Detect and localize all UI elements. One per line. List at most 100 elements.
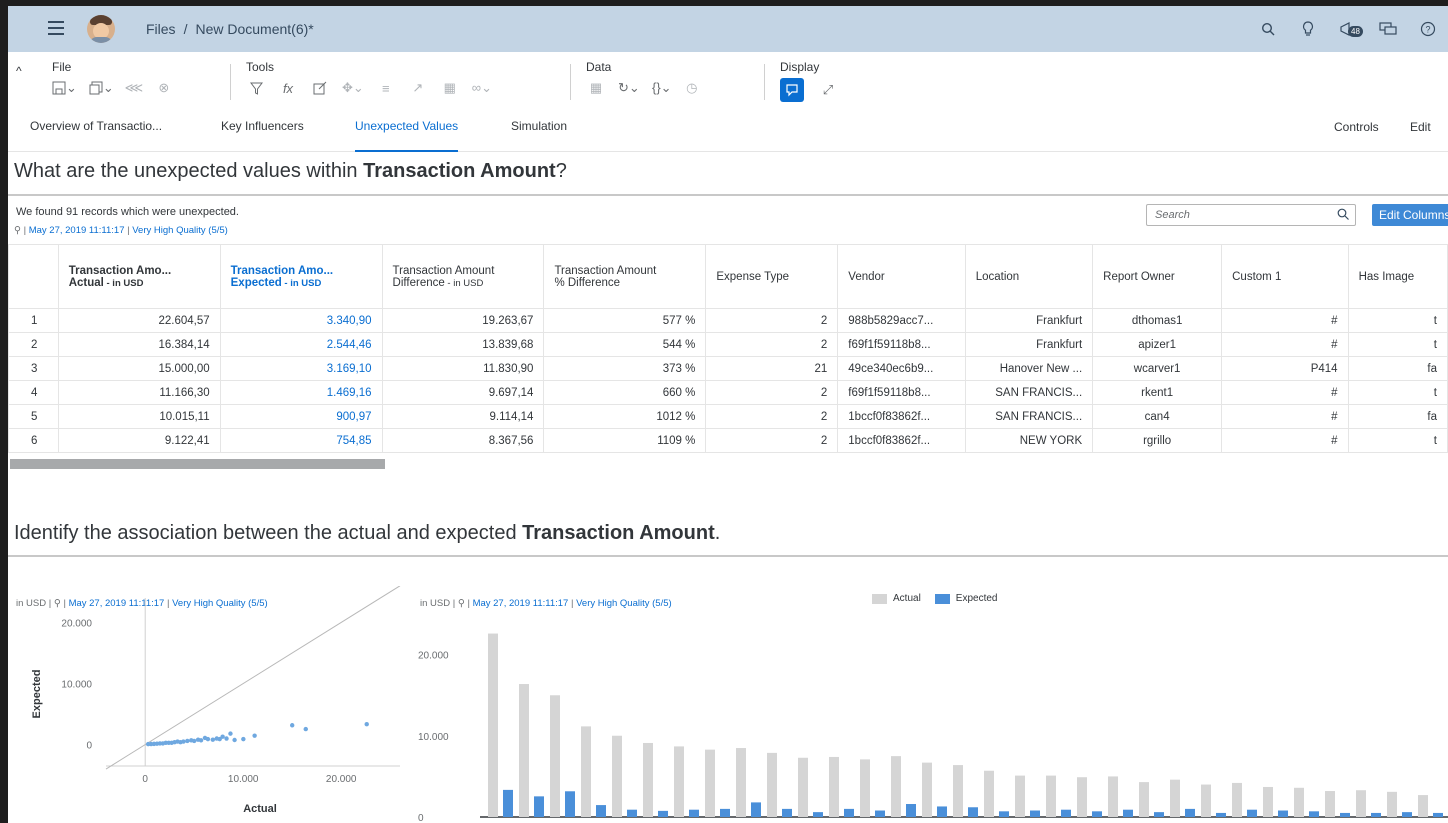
location-cell: SAN FRANCIS... bbox=[964, 380, 1094, 405]
location-cell: Hanover New ... bbox=[964, 356, 1094, 381]
search-input[interactable]: Search bbox=[1146, 204, 1356, 226]
save-icon[interactable]: ⌄ bbox=[52, 78, 77, 98]
difference-cell: 13.839,68 bbox=[381, 332, 545, 357]
difference-cell: 9.697,14 bbox=[381, 380, 545, 405]
bar-actual bbox=[705, 749, 715, 817]
has-image-cell: fa bbox=[1347, 356, 1448, 381]
tab-simulation[interactable]: Simulation bbox=[511, 120, 567, 152]
comment-mode-icon[interactable] bbox=[780, 78, 804, 102]
location-cell: NEW YORK bbox=[964, 428, 1094, 453]
row-index: 3 bbox=[8, 356, 59, 381]
refresh-icon[interactable]: ↻⌄ bbox=[618, 78, 640, 98]
collapse-toolbar-icon[interactable]: ^ bbox=[16, 64, 22, 78]
section2-title: Identify the association between the act… bbox=[14, 522, 721, 544]
notifications-icon[interactable]: 48 bbox=[1328, 16, 1368, 42]
breadcrumb-files[interactable]: Files bbox=[146, 21, 176, 37]
col-pct-difference[interactable]: Transaction Amount% Difference bbox=[543, 244, 707, 309]
copy-icon[interactable]: ⌄ bbox=[89, 78, 114, 98]
edit-icon[interactable] bbox=[310, 78, 330, 98]
table-row[interactable]: 4 11.166,30 1.469,16 9.697,14 660 % 2 f69f1f59… bbox=[8, 380, 1448, 405]
bar-actual bbox=[519, 684, 529, 817]
bar-expected bbox=[751, 802, 761, 817]
col-expected[interactable]: Transaction Amo... Expected - in USD bbox=[219, 244, 383, 309]
col-has-image[interactable]: Has Image bbox=[1347, 244, 1448, 309]
table-row[interactable]: 2 16.384,14 2.544,46 13.839,68 544 % 2 f69f1f5… bbox=[8, 332, 1448, 357]
expense-type-cell: 2 bbox=[705, 428, 839, 453]
bar-actual bbox=[984, 770, 994, 817]
filter-icon[interactable] bbox=[246, 78, 266, 98]
fullscreen-icon[interactable]: ⤢ bbox=[818, 80, 838, 100]
lightbulb-icon[interactable] bbox=[1288, 16, 1328, 42]
move-icon[interactable]: ✥⌄ bbox=[342, 78, 364, 98]
bar-actual bbox=[953, 765, 963, 817]
chat-icon[interactable] bbox=[1368, 16, 1408, 42]
bar-expected bbox=[1123, 809, 1133, 817]
toolbar: ^ File ⌄ ⌄ ⋘ ⊗ Tools fx ✥⌄ ≡ ↗ ▦ ∞⌄ Data… bbox=[8, 52, 1448, 134]
location-cell: Frankfurt bbox=[964, 332, 1094, 357]
formula-icon[interactable]: fx bbox=[278, 78, 298, 98]
table-row[interactable]: 5 10.015,11 900,97 9.114,14 1012 % 2 1bccf0f83… bbox=[8, 404, 1448, 429]
share-icon[interactable]: ⋘ bbox=[124, 78, 144, 98]
bar-actual bbox=[488, 633, 498, 817]
link-icon[interactable]: ∞⌄ bbox=[472, 78, 492, 98]
horizontal-scrollbar[interactable] bbox=[10, 459, 385, 469]
bar-expected bbox=[968, 807, 978, 817]
row-index: 1 bbox=[8, 308, 59, 333]
pct-difference-cell: 577 % bbox=[543, 308, 707, 333]
col-location[interactable]: Location bbox=[964, 244, 1094, 309]
table-row[interactable]: 1 22.604,57 3.340,90 19.263,67 577 % 2 988b582… bbox=[8, 308, 1448, 333]
bar-actual bbox=[1046, 775, 1056, 817]
bar-expected bbox=[658, 810, 668, 817]
table-quality[interactable]: Very High Quality (5/5) bbox=[132, 225, 228, 236]
expense-type-cell: 2 bbox=[705, 308, 839, 333]
actual-cell: 10.015,11 bbox=[57, 404, 221, 429]
bar-actual bbox=[1108, 776, 1118, 817]
search-icon[interactable] bbox=[1248, 16, 1288, 42]
report-owner-cell: wcarver1 bbox=[1092, 356, 1223, 381]
bar-expected bbox=[503, 789, 513, 817]
help-icon[interactable]: ? bbox=[1408, 16, 1448, 42]
bar-expected bbox=[875, 810, 885, 817]
col-difference[interactable]: Transaction Amount Difference - in USD bbox=[381, 244, 545, 309]
bar-actual bbox=[581, 726, 591, 817]
scatter-chart[interactable]: 0 10.000 20.000 0 10.000 20.000 Actual Expected bbox=[8, 586, 408, 823]
report-owner-cell: dthomas1 bbox=[1092, 308, 1223, 333]
col-vendor[interactable]: Vendor bbox=[837, 244, 966, 309]
tab-overview[interactable]: Overview of Transactio... bbox=[30, 120, 162, 152]
bar-actual bbox=[1325, 791, 1335, 817]
edit-columns-button[interactable]: Edit Columns bbox=[1372, 204, 1448, 226]
table-date[interactable]: May 27, 2019 11:11:17 bbox=[29, 225, 125, 236]
menu-icon[interactable] bbox=[48, 21, 64, 39]
variables-icon[interactable]: {}⌄ bbox=[652, 78, 672, 98]
display-group: Display ⤢ bbox=[780, 60, 838, 102]
delete-icon[interactable]: ⊗ bbox=[154, 78, 174, 98]
actual-cell: 9.122,41 bbox=[57, 428, 221, 453]
table-row[interactable]: 3 15.000,00 3.169,10 11.830,90 373 % 21 49ce34… bbox=[8, 356, 1448, 381]
avatar[interactable] bbox=[87, 15, 115, 43]
search-icon[interactable] bbox=[1337, 208, 1349, 223]
arrow-icon[interactable]: ↗ bbox=[408, 78, 428, 98]
page-tabs: Overview of Transactio... Key Influencer… bbox=[8, 112, 1448, 152]
data-source-icon[interactable]: ▦ bbox=[586, 78, 606, 98]
bar-chart[interactable]: 0 10.000 20.000 bbox=[408, 586, 1448, 823]
table-row[interactable]: 6 9.122,41 754,85 8.367,56 1109 % 2 1bccf0f838… bbox=[8, 428, 1448, 453]
col-expense-type[interactable]: Expense Type bbox=[705, 244, 839, 309]
bar-actual bbox=[829, 756, 839, 817]
table-meta: ⚲ | May 27, 2019 11:11:17 | Very High Qu… bbox=[14, 225, 228, 236]
bar-actual bbox=[1201, 784, 1211, 817]
history-icon[interactable]: ◷ bbox=[682, 78, 702, 98]
align-icon[interactable]: ≡ bbox=[376, 78, 396, 98]
table-header-row: Transaction Amo... Actual - in USD Transa… bbox=[8, 244, 1448, 309]
chart-icon[interactable]: ▦ bbox=[440, 78, 460, 98]
col-actual[interactable]: Transaction Amo... Actual - in USD bbox=[57, 244, 221, 309]
custom-1-cell: # bbox=[1221, 308, 1349, 333]
scatter-point bbox=[185, 738, 190, 744]
col-custom-1[interactable]: Custom 1 bbox=[1221, 244, 1349, 309]
bar-expected bbox=[1030, 810, 1040, 817]
bar-expected bbox=[534, 796, 544, 817]
tab-unexpected-values[interactable]: Unexpected Values bbox=[355, 120, 459, 152]
tab-key-influencers[interactable]: Key Influencers bbox=[221, 120, 304, 152]
custom-1-cell: # bbox=[1221, 428, 1349, 453]
bar-actual bbox=[1139, 782, 1149, 817]
col-report-owner[interactable]: Report Owner bbox=[1092, 244, 1223, 309]
